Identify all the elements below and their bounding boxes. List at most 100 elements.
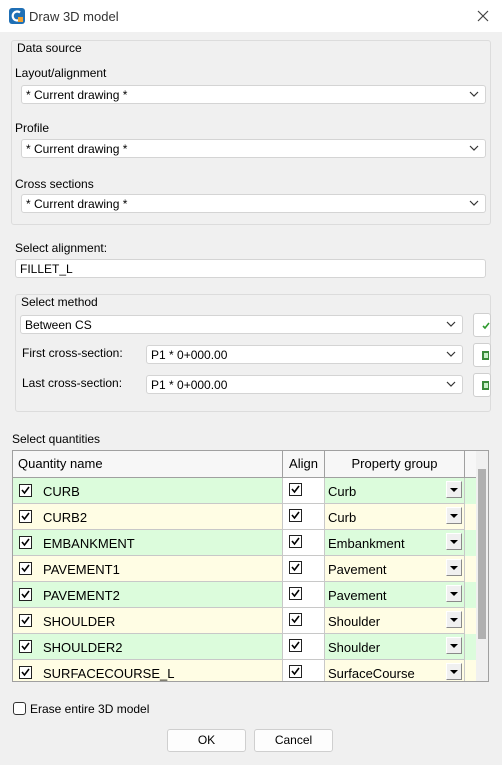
align-cell[interactable]	[283, 478, 325, 504]
profile-select[interactable]: * Current drawing *	[21, 139, 486, 158]
table-row[interactable]: PAVEMENT1 Pavement	[13, 556, 478, 582]
pick-icon	[482, 381, 489, 390]
quantity-name-cell[interactable]: SHOULDER2	[13, 634, 283, 660]
property-group-dropdown-button[interactable]	[446, 611, 462, 628]
align-checkbox[interactable]	[289, 665, 302, 678]
layout-select[interactable]: * Current drawing *	[21, 85, 486, 104]
align-checkbox[interactable]	[289, 535, 302, 548]
property-group-dropdown-button[interactable]	[446, 637, 462, 654]
align-checkbox[interactable]	[289, 587, 302, 600]
quantity-name-cell[interactable]: CURB	[13, 478, 283, 504]
quantity-checkbox[interactable]	[19, 666, 32, 679]
align-cell[interactable]	[283, 504, 325, 530]
first-cs-label: First cross-section:	[22, 346, 123, 360]
layout-value: * Current drawing *	[26, 88, 128, 102]
scrollbar-thumb[interactable]	[478, 469, 486, 639]
quantity-checkbox[interactable]	[19, 484, 32, 497]
property-group-dropdown-button[interactable]	[446, 533, 462, 550]
quantity-name-cell[interactable]: PAVEMENT1	[13, 556, 283, 582]
property-group-cell[interactable]: Curb	[325, 504, 465, 530]
property-group-cell[interactable]: Shoulder	[325, 634, 465, 660]
quantity-name-cell[interactable]: SURFACECOURSE_L	[13, 660, 283, 681]
property-group-dropdown-button[interactable]	[446, 559, 462, 576]
property-group-dropdown-button[interactable]	[446, 481, 462, 498]
table-row[interactable]: CURB2 Curb	[13, 504, 478, 530]
cross-sections-label: Cross sections	[15, 177, 94, 191]
quantity-name-cell[interactable]: SHOULDER	[13, 608, 283, 634]
property-group-value: Curb	[328, 510, 357, 525]
property-group-cell[interactable]: Pavement	[325, 582, 465, 608]
property-group-dropdown-button[interactable]	[446, 585, 462, 602]
pick-first-cs-button[interactable]	[473, 343, 491, 367]
quantity-checkbox[interactable]	[19, 588, 32, 601]
quantity-name-cell[interactable]: CURB2	[13, 504, 283, 530]
select-method-heading: Select method	[21, 295, 98, 309]
checkmark-icon	[482, 322, 490, 330]
quantity-name-cell[interactable]: PAVEMENT2	[13, 582, 283, 608]
data-source-heading: Data source	[17, 41, 82, 55]
property-group-value: SurfaceCourse	[328, 666, 415, 681]
chevron-down-icon	[446, 321, 456, 327]
alignment-input[interactable]: FILLET_L	[15, 259, 486, 278]
property-group-value: Embankment	[328, 536, 405, 551]
close-button[interactable]	[470, 4, 496, 28]
chevron-down-icon	[469, 145, 479, 151]
grid-header: Quantity name Align Property group	[13, 451, 478, 478]
ok-button[interactable]: OK	[167, 729, 246, 752]
method-select[interactable]: Between CS	[20, 315, 463, 334]
table-row[interactable]: SURFACECOURSE_L SurfaceCourse	[13, 660, 478, 681]
column-header-align[interactable]: Align	[283, 451, 325, 477]
cross-sections-select[interactable]: * Current drawing *	[21, 194, 486, 213]
pick-last-cs-button[interactable]	[473, 373, 491, 397]
profile-value: * Current drawing *	[26, 142, 128, 156]
property-group-cell[interactable]: SurfaceCourse	[325, 660, 465, 681]
column-header-quantity-name[interactable]: Quantity name	[13, 451, 283, 477]
table-row[interactable]: CURB Curb	[13, 478, 478, 504]
property-group-cell[interactable]: Shoulder	[325, 608, 465, 634]
property-group-cell[interactable]: Curb	[325, 478, 465, 504]
pick-icon	[482, 351, 489, 360]
align-checkbox[interactable]	[289, 639, 302, 652]
align-cell[interactable]	[283, 530, 325, 556]
table-row[interactable]: PAVEMENT2 Pavement	[13, 582, 478, 608]
quantity-name: CURB	[43, 484, 80, 499]
table-row[interactable]: SHOULDER Shoulder	[13, 608, 478, 634]
align-cell[interactable]	[283, 556, 325, 582]
table-row[interactable]: EMBANKMENT Embankment	[13, 530, 478, 556]
align-checkbox[interactable]	[289, 483, 302, 496]
quantity-name-cell[interactable]: EMBANKMENT	[13, 530, 283, 556]
grid-scrollbar[interactable]	[476, 451, 488, 681]
first-cs-select[interactable]: P1 * 0+000.00	[146, 345, 463, 364]
title-bar: Draw 3D model	[0, 0, 502, 32]
align-checkbox[interactable]	[289, 613, 302, 626]
last-cs-select[interactable]: P1 * 0+000.00	[146, 375, 463, 394]
erase-model-checkbox[interactable]	[13, 702, 26, 715]
align-cell[interactable]	[283, 582, 325, 608]
quantity-checkbox[interactable]	[19, 640, 32, 653]
quantity-name: SHOULDER2	[43, 640, 123, 655]
property-group-cell[interactable]: Embankment	[325, 530, 465, 556]
chevron-down-icon	[469, 91, 479, 97]
property-group-dropdown-button[interactable]	[446, 507, 462, 524]
property-group-value: Curb	[328, 484, 357, 499]
column-header-property-group[interactable]: Property group	[325, 451, 465, 477]
align-cell[interactable]	[283, 634, 325, 660]
profile-label: Profile	[15, 121, 50, 135]
align-checkbox[interactable]	[289, 561, 302, 574]
alignment-label: Select alignment:	[15, 241, 108, 255]
select-quantities-heading: Select quantities	[12, 432, 101, 446]
align-cell[interactable]	[283, 660, 325, 681]
window-title: Draw 3D model	[29, 9, 119, 24]
quantity-checkbox[interactable]	[19, 510, 32, 523]
align-checkbox[interactable]	[289, 509, 302, 522]
quantity-checkbox[interactable]	[19, 562, 32, 575]
property-group-value: Pavement	[328, 562, 387, 577]
property-group-dropdown-button[interactable]	[446, 663, 462, 680]
table-row[interactable]: SHOULDER2 Shoulder	[13, 634, 478, 660]
apply-method-button[interactable]	[473, 313, 491, 337]
cancel-button[interactable]: Cancel	[254, 729, 333, 752]
quantity-checkbox[interactable]	[19, 614, 32, 627]
property-group-cell[interactable]: Pavement	[325, 556, 465, 582]
quantity-checkbox[interactable]	[19, 536, 32, 549]
align-cell[interactable]	[283, 608, 325, 634]
